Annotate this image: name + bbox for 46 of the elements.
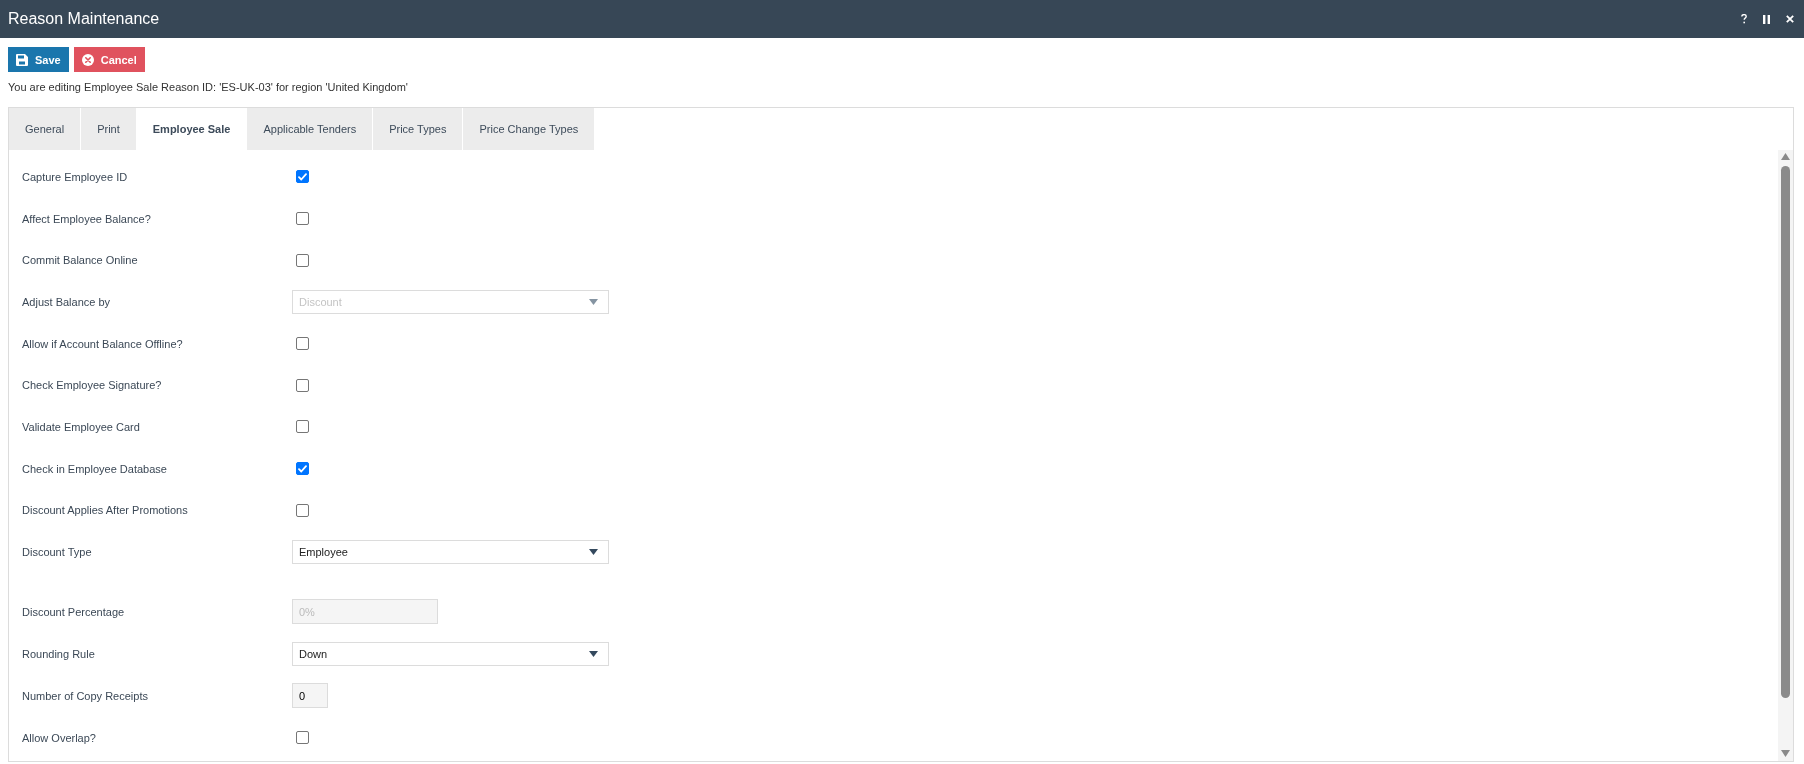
help-icon[interactable] bbox=[1741, 14, 1747, 24]
close-icon[interactable] bbox=[1786, 15, 1794, 23]
checkbox[interactable] bbox=[296, 253, 309, 267]
tab[interactable]: General bbox=[9, 108, 81, 150]
checkbox[interactable] bbox=[296, 462, 309, 476]
field-label: Check in Employee Database bbox=[22, 462, 168, 475]
checkbox[interactable] bbox=[296, 212, 309, 226]
caret-icon bbox=[589, 650, 598, 657]
field-label: Validate Employee Card bbox=[22, 420, 141, 433]
field-label: Rounding Rule bbox=[22, 647, 96, 660]
field-label: Commit Balance Online bbox=[22, 254, 139, 267]
checkbox[interactable] bbox=[296, 378, 309, 392]
checkbox[interactable] bbox=[296, 503, 309, 517]
field-label: Allow if Account Balance Offline? bbox=[22, 337, 184, 350]
field-label: Number of Copy Receipts bbox=[22, 689, 149, 702]
input-field[interactable]: 0 bbox=[292, 683, 328, 709]
tab[interactable]: Print bbox=[81, 108, 136, 150]
field-label: Check Employee Signature? bbox=[22, 379, 163, 392]
cancel-button[interactable]: Cancel bbox=[73, 47, 145, 72]
field-label: Affect Employee Balance? bbox=[22, 212, 152, 225]
close-circle-icon bbox=[81, 53, 94, 66]
field-label: Capture Employee ID bbox=[22, 170, 129, 183]
scroll-up-icon[interactable] bbox=[1781, 153, 1790, 160]
caret-icon bbox=[589, 549, 598, 556]
pause-icon[interactable] bbox=[1763, 14, 1770, 24]
tab[interactable]: Applicable Tenders bbox=[247, 108, 373, 150]
checkbox[interactable] bbox=[296, 170, 309, 184]
info-text: You are editing Employee Sale Reason ID: 'ES-UK-03' for region 'United Kingdom' bbox=[8, 80, 409, 94]
field-label: Discount Percentage bbox=[22, 605, 126, 618]
scrollbar-thumb[interactable] bbox=[1781, 166, 1790, 698]
dropdown[interactable]: Employee bbox=[292, 540, 609, 565]
scroll-down-icon[interactable] bbox=[1781, 750, 1790, 757]
checkbox[interactable] bbox=[296, 731, 309, 745]
field-label: Discount Type bbox=[22, 546, 93, 559]
caret-icon bbox=[589, 298, 598, 305]
field-label: Discount Applies After Promotions bbox=[22, 504, 189, 517]
field-label: Adjust Balance by bbox=[22, 295, 112, 308]
dropdown[interactable]: Down bbox=[292, 641, 609, 666]
tab[interactable]: Price Types bbox=[373, 108, 463, 150]
checkbox[interactable] bbox=[296, 420, 309, 434]
save-button[interactable]: Save bbox=[8, 47, 69, 72]
field-label: Allow Overlap? bbox=[22, 731, 97, 744]
scrollbar[interactable] bbox=[1778, 150, 1793, 761]
checkbox[interactable] bbox=[296, 337, 309, 351]
window-title: Reason Maintenance bbox=[8, 10, 161, 28]
tab[interactable]: Price Change Types bbox=[463, 108, 595, 150]
